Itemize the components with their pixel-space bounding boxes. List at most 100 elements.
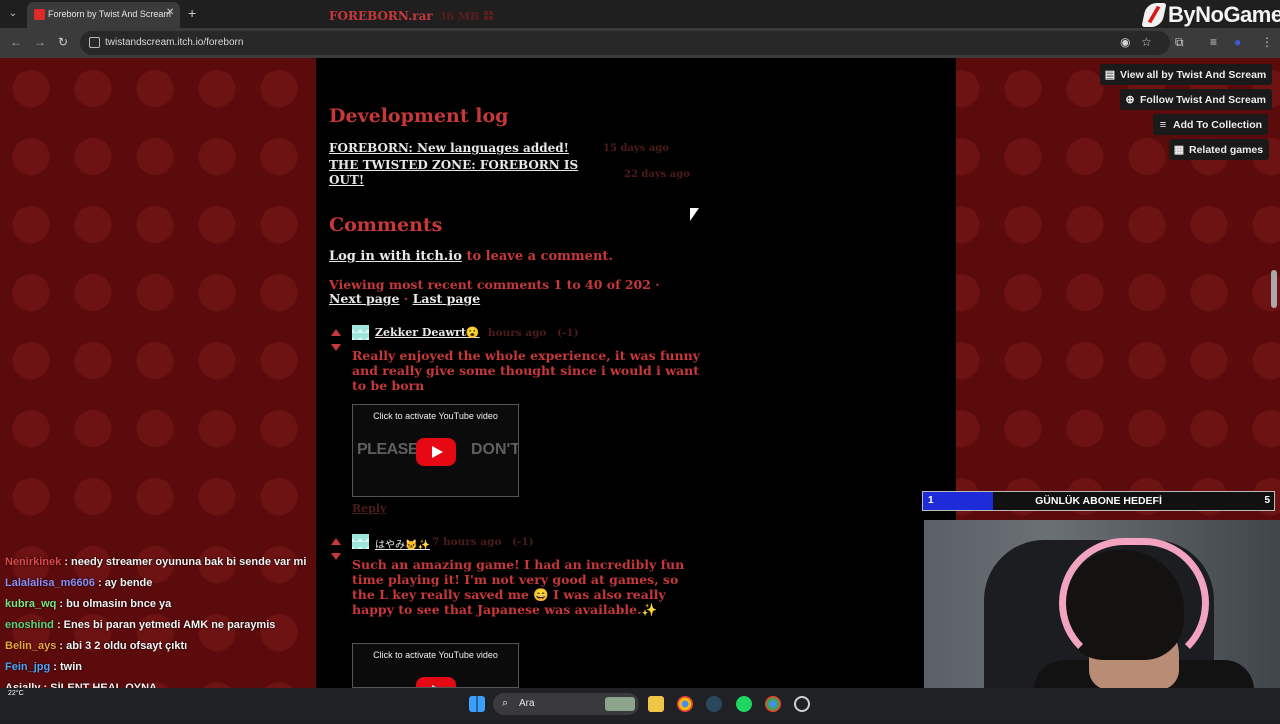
chat-username: Lalalalisa_m6606 [5, 577, 98, 589]
chat-username: Fein_jpg [5, 661, 54, 673]
youtube-play-icon[interactable] [416, 438, 456, 466]
avatar[interactable] [352, 534, 369, 549]
devlog-time: 22 days ago [624, 169, 690, 180]
browser-toolbar: ← → ↻ twistandscream.itch.io/foreborn ◉ … [0, 28, 1280, 58]
chat-text: : needy streamer oyununa bak bi sende va… [64, 556, 307, 568]
forward-icon[interactable]: → [34, 35, 46, 49]
follow-button[interactable]: ⊕ Follow Twist And Scream [1120, 89, 1273, 110]
comments-heading: Comments [329, 214, 443, 236]
youtube-activate-label: Click to activate YouTube video [373, 650, 498, 660]
tab-foreborn[interactable]: Foreborn by Twist And Scream ✕ [27, 2, 180, 28]
video-thumbnail-text: DON'T [471, 441, 519, 458]
last-page-link[interactable]: Last page [413, 291, 481, 306]
chat-message: enoshind : Enes bi paran yetmedi AMK ne … [5, 619, 325, 640]
downvote-icon[interactable] [331, 344, 341, 351]
search-highlight-image [605, 697, 635, 711]
map-icon: ▦ [1173, 144, 1185, 156]
chat-username: enoshind [5, 619, 57, 631]
comments-pagination: Viewing most recent comments 1 to 40 of … [329, 277, 660, 306]
windows-taskbar: ⌕ Ara [0, 688, 1280, 720]
related-games-button[interactable]: ▦ Related games [1169, 139, 1270, 160]
brand-text: ByNoGame [1168, 2, 1280, 27]
file-size: 36 MB [438, 10, 480, 23]
address-bar[interactable]: twistandscream.itch.io/foreborn [80, 31, 1170, 55]
login-row: Log in with itch.io to leave a comment. [329, 249, 613, 264]
devlog-link[interactable]: FOREBORN: New languages added! [329, 141, 569, 155]
youtube-play-icon[interactable] [416, 677, 456, 687]
obs-icon[interactable] [794, 696, 810, 712]
comment-time: 7 hours ago [432, 536, 502, 548]
windows-icon [484, 11, 494, 20]
spotify-icon[interactable] [736, 696, 752, 712]
comment-score: (-1) [557, 327, 579, 339]
upvote-icon[interactable] [331, 538, 341, 545]
comment-author[interactable]: Zekker Deawrt😮 [375, 326, 480, 339]
site-info-icon[interactable] [89, 37, 100, 48]
add-collection-label: Add To Collection [1173, 118, 1263, 131]
tab-strip: ⌄ Foreborn by Twist And Scream ✕ + ByNoG… [0, 0, 1280, 28]
back-icon[interactable]: ← [10, 35, 22, 49]
bookmark-star-icon[interactable]: ☆ [1141, 35, 1152, 49]
extensions-icon[interactable]: ⧉ [1175, 35, 1184, 50]
chat-message: Lalalalisa_m6606 : ay bende [5, 577, 325, 598]
chat-message: Fein_jpg : twin [5, 661, 325, 682]
close-tab-icon[interactable]: ✕ [166, 7, 174, 18]
view-all-label: View all by Twist And Scream [1120, 68, 1267, 81]
follow-label: Follow Twist And Scream [1140, 93, 1267, 106]
chat-message: kubra_wq : bu olmasiın bnce ya [5, 598, 325, 619]
chrome-active-icon[interactable] [765, 696, 781, 712]
search-icon: ⌕ [502, 697, 509, 709]
chrome-icon[interactable] [677, 696, 693, 712]
download-file-row: FOREBORN.rar 36 MB [329, 9, 494, 23]
media-control-icon[interactable]: ≡ [1210, 35, 1217, 49]
youtube-embed[interactable]: Click to activate YouTube video PLEASE D… [352, 404, 519, 497]
devlog-time: 15 days ago [603, 143, 669, 154]
taskbar-search[interactable]: ⌕ Ara [493, 693, 639, 715]
windows-start-icon[interactable] [469, 696, 485, 712]
comment-author[interactable]: はやみ🐱✨ [375, 536, 430, 551]
chat-username: Nenirkinek [5, 556, 65, 568]
url-text[interactable]: twistandscream.itch.io/foreborn [105, 37, 243, 48]
bynogame-logo: ByNoGame [1141, 1, 1280, 29]
login-suffix: to leave a comment. [466, 249, 613, 264]
add-to-collection-button[interactable]: ≡ Add To Collection [1153, 114, 1269, 135]
chat-text: : bu olmasiın bnce ya [59, 598, 172, 610]
steam-icon[interactable] [706, 696, 722, 712]
avatar[interactable] [352, 325, 369, 340]
new-tab-icon[interactable]: + [188, 5, 196, 21]
chat-username: Belin_ays [5, 640, 60, 652]
goal-current: 1 [928, 495, 934, 506]
comment-time: hours ago [488, 327, 547, 339]
list-plus-icon: ≡ [1159, 118, 1167, 131]
comment-body: Really enjoyed the whole experience, it … [352, 348, 700, 393]
youtube-activate-label: Click to activate YouTube video [373, 411, 498, 421]
chat-text: : Enes bi paran yetmedi AMK ne paraymis [56, 619, 276, 631]
login-link[interactable]: Log in with itch.io [329, 249, 462, 264]
subscriber-goal-bar: GÜNLÜK ABONE HEDEFİ 1 5 [922, 491, 1275, 511]
webcam-feed [924, 520, 1280, 690]
downvote-icon[interactable] [331, 553, 341, 560]
upvote-icon[interactable] [331, 329, 341, 336]
store-icon: ▤ [1104, 69, 1116, 81]
profile-avatar-icon[interactable]: ● [1234, 35, 1241, 49]
goal-target: 5 [1264, 495, 1270, 506]
next-page-link[interactable]: Next page [329, 291, 400, 306]
tab-search-icon[interactable]: ⌄ [5, 6, 21, 22]
eye-off-icon[interactable]: ◉ [1120, 35, 1130, 49]
chat-message: Belin_ays : abi 3 2 oldu ofsayt çıktı [5, 640, 325, 661]
menu-kebab-icon[interactable]: ⋮ [1261, 35, 1273, 49]
youtube-embed[interactable]: Click to activate YouTube video [352, 643, 519, 688]
chat-username: kubra_wq [5, 598, 60, 610]
reply-link[interactable]: Reply [352, 502, 386, 515]
video-thumbnail-text: PLEASE [357, 441, 419, 458]
file-explorer-icon[interactable] [648, 696, 664, 712]
devlog-link[interactable]: THE TWISTED ZONE: FOREBORN IS OUT! [329, 158, 604, 188]
chat-text: : twin [53, 661, 82, 673]
comment-score: (-1) [512, 536, 534, 548]
reload-icon[interactable]: ↻ [58, 35, 68, 49]
goal-label: GÜNLÜK ABONE HEDEFİ [1035, 495, 1162, 507]
viewing-text: Viewing most recent comments 1 to 40 of … [329, 277, 660, 292]
scrollbar-thumb[interactable] [1271, 270, 1277, 308]
view-all-button[interactable]: ▤ View all by Twist And Scream [1100, 64, 1273, 85]
comment-body: Such an amazing game! I had an incredibl… [352, 557, 685, 617]
